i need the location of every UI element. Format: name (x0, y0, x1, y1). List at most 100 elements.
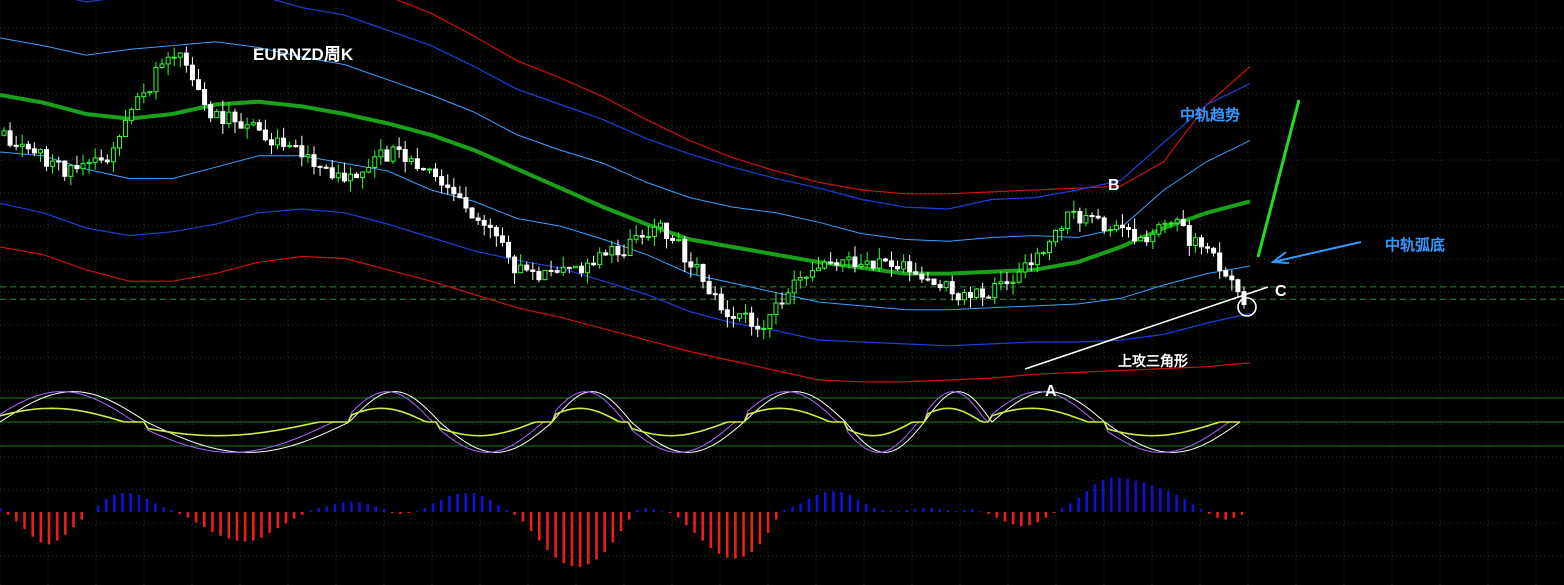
candle-bearish (196, 79, 202, 90)
candle-bearish (1004, 281, 1010, 284)
candle-bullish (426, 168, 432, 171)
candle-bullish (961, 292, 967, 301)
candle-bearish (208, 104, 214, 119)
candle-bullish (864, 260, 870, 265)
candle-bullish (1, 130, 7, 136)
candle-bullish (645, 236, 651, 239)
candle-bearish (566, 266, 572, 269)
candle-bearish (268, 139, 274, 146)
candle-bullish (129, 108, 135, 121)
candle-bearish (1223, 269, 1229, 277)
candle-bullish (1138, 237, 1144, 242)
candle-bullish (1150, 233, 1156, 243)
candle-bearish (469, 207, 475, 219)
candle-bullish (214, 111, 220, 119)
candle-bearish (1077, 210, 1083, 224)
candle-bearish (512, 256, 518, 274)
candle-bearish (834, 262, 840, 266)
candle-bearish (1217, 252, 1223, 271)
candle-bullish (226, 111, 232, 124)
candle-bearish (281, 137, 287, 147)
candle-bearish (487, 224, 493, 228)
candle-bullish (797, 277, 803, 281)
candle-bearish (414, 158, 420, 169)
red-upper-band (395, 0, 1251, 195)
candle-bearish (104, 159, 110, 163)
candle-bullish (609, 245, 615, 256)
candle-bearish (621, 254, 627, 257)
candle-bearish (664, 222, 670, 239)
candle-bearish (25, 143, 31, 150)
candle-bearish (828, 261, 834, 264)
candle-bearish (317, 165, 323, 168)
candle-bullish (1192, 237, 1198, 246)
candle-bullish (901, 261, 907, 270)
eurnzd-weekly-chart: EURNZD周K A B C 上攻三角形 中轨趋势 中轨弧底 (0, 0, 1564, 585)
candle-bullish (372, 156, 378, 169)
candle-bearish (986, 296, 992, 299)
candle-bearish (1144, 237, 1150, 243)
candle-bearish (724, 309, 730, 318)
candle-bearish (870, 260, 876, 269)
candle-bearish (31, 148, 37, 154)
candle-bearish (712, 293, 718, 296)
candle-bullish (785, 292, 791, 305)
candle-bullish (694, 263, 700, 268)
candle-bearish (445, 184, 451, 188)
point-a-label: A (1045, 383, 1057, 400)
candle-bearish (1119, 224, 1125, 229)
candle-bullish (335, 172, 341, 179)
candle-bearish (293, 145, 299, 148)
candle-bearish (189, 64, 195, 81)
candle-bearish (329, 167, 335, 179)
candle-bearish (499, 235, 505, 243)
candle-bullish (360, 171, 366, 179)
chart-title: EURNZD周K (253, 45, 354, 64)
candle-bearish (1211, 247, 1217, 254)
mid-trend-arrow (1256, 99, 1301, 258)
candle-bullish (80, 163, 86, 170)
candle-bullish (518, 264, 524, 274)
candle-bearish (548, 269, 554, 272)
candle-bullish (92, 157, 98, 163)
candle-bullish (1083, 215, 1089, 224)
candle-bearish (439, 176, 445, 186)
candle-bearish (481, 219, 487, 226)
candle-bearish (615, 245, 621, 256)
candle-bearish (44, 149, 50, 167)
mid-arc-arrow-head (1270, 251, 1290, 264)
candle-bearish (779, 302, 785, 305)
candle-bullish (141, 92, 147, 98)
candle-bullish (1168, 222, 1174, 225)
candle-bearish (980, 288, 986, 298)
candle-bearish (98, 157, 104, 161)
candle-bullish (572, 265, 578, 269)
candle-bearish (670, 237, 676, 242)
candle-bullish (305, 154, 311, 158)
candle-bullish (1156, 224, 1162, 235)
candle-bearish (706, 280, 712, 295)
candle-bearish (238, 121, 244, 129)
candle-bullish (378, 149, 384, 158)
candle-bearish (755, 325, 761, 330)
candle-bullish (1046, 241, 1052, 254)
candle-bullish (858, 263, 864, 268)
candle-bullish (408, 158, 414, 162)
candle-bearish (524, 264, 530, 271)
candle-bearish (895, 265, 901, 270)
candle-bearish (354, 173, 360, 179)
candle-bearish (888, 260, 894, 267)
candle-bearish (603, 252, 609, 256)
candle-bullish (822, 261, 828, 269)
candle-bullish (761, 327, 767, 330)
candle-bullish (177, 52, 183, 58)
candle-bullish (585, 262, 591, 274)
candle-bullish (651, 226, 657, 238)
candle-bearish (463, 197, 469, 209)
candle-bearish (913, 271, 919, 275)
candle-bearish (882, 258, 888, 262)
candle-bearish (62, 160, 68, 177)
candle-bullish (542, 269, 548, 281)
marker-circle (1237, 297, 1257, 317)
candle-bullish (803, 276, 809, 279)
